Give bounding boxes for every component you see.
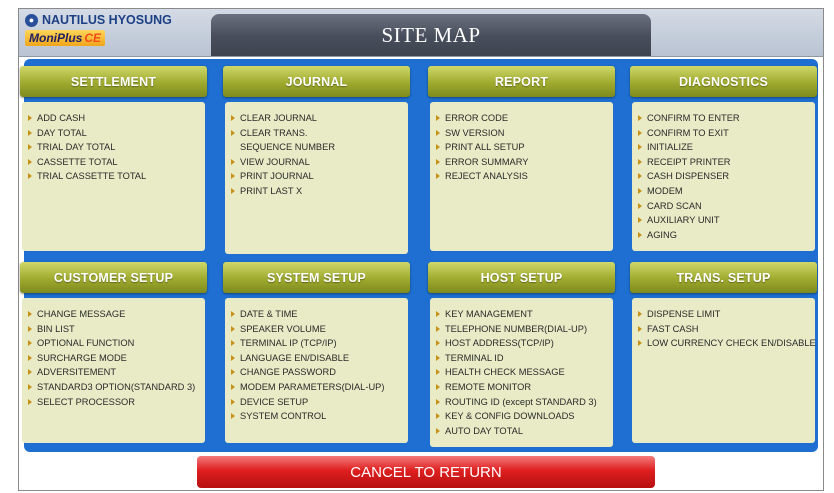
card-body: KEY MANAGEMENT TELEPHONE NUMBER(DIAL-UP) H…: [430, 298, 613, 447]
menu-item[interactable]: DAY TOTAL: [28, 126, 201, 141]
menu-item[interactable]: TERMINAL IP (TCP/IP): [231, 336, 404, 351]
menu-item[interactable]: PRINT JOURNAL: [231, 169, 404, 184]
menu-item[interactable]: PRINT ALL SETUP: [436, 140, 609, 155]
card-body: DISPENSE LIMIT FAST CASH LOW CURRENCY CHEC…: [632, 298, 816, 443]
menu-item[interactable]: CARD SCAN: [638, 199, 811, 214]
menu-list: CONFIRM TO ENTER CONFIRM TO EXIT INITIALIZ…: [638, 111, 811, 242]
menu-item[interactable]: SEQUENCE NUMBER: [231, 140, 404, 155]
header-bar: ● NAUTILUS HYOSUNG MoniPlus CE SITE MAP: [19, 9, 823, 57]
menu-item[interactable]: CONFIRM TO EXIT: [638, 126, 811, 141]
menu-item[interactable]: REMOTE MONITOR: [436, 380, 609, 395]
menu-item[interactable]: TRIAL CASSETTE TOTAL: [28, 169, 201, 184]
card-body: ERROR CODE SW VERSION PRINT ALL SETUP ERROR…: [430, 102, 613, 251]
menu-item[interactable]: CASH DISPENSER: [638, 169, 811, 184]
menu-item[interactable]: DATE & TIME: [231, 307, 404, 322]
menu-item[interactable]: CHANGE PASSWORD: [231, 365, 404, 380]
menu-item[interactable]: MODEM PARAMETERS(DIAL-UP): [231, 380, 404, 395]
card-header-button[interactable]: REPORT: [428, 66, 615, 97]
card-body: DATE & TIME SPEAKER VOLUME TERMINAL IP (TC…: [225, 298, 408, 443]
menu-item[interactable]: AUTO DAY TOTAL: [436, 424, 609, 439]
nautilus-hyosung-logo: ● NAUTILUS HYOSUNG MoniPlus CE: [25, 13, 205, 53]
menu-item[interactable]: DISPENSE LIMIT: [638, 307, 811, 322]
page-title: SITE MAP: [211, 14, 651, 56]
card-body: ADD CASH DAY TOTAL TRIAL DAY TOTAL CASSETTE…: [22, 102, 205, 251]
menu-item[interactable]: TELEPHONE NUMBER(DIAL-UP): [436, 322, 609, 337]
menu-item[interactable]: DEVICE SETUP: [231, 395, 404, 410]
product-name: MoniPlus: [29, 31, 83, 45]
menu-item[interactable]: KEY & CONFIG DOWNLOADS: [436, 409, 609, 424]
card-body: CHANGE MESSAGE BIN LIST OPTIONAL FUNCTION S…: [22, 298, 205, 443]
menu-item[interactable]: BIN LIST: [28, 322, 201, 337]
card-header-button[interactable]: JOURNAL: [223, 66, 410, 97]
menu-item[interactable]: SYSTEM CONTROL: [231, 409, 404, 424]
menu-list: DATE & TIME SPEAKER VOLUME TERMINAL IP (TC…: [231, 307, 404, 424]
cancel-to-return-button[interactable]: CANCEL TO RETURN: [197, 456, 655, 488]
menu-item[interactable]: SPEAKER VOLUME: [231, 322, 404, 337]
menu-item[interactable]: CASSETTE TOTAL: [28, 155, 201, 170]
product-logo: MoniPlus CE: [25, 30, 106, 46]
menu-item[interactable]: AUXILIARY UNIT: [638, 213, 811, 228]
menu-item[interactable]: CONFIRM TO ENTER: [638, 111, 811, 126]
menu-item[interactable]: HOST ADDRESS(TCP/IP): [436, 336, 609, 351]
menu-item[interactable]: TRIAL DAY TOTAL: [28, 140, 201, 155]
menu-item[interactable]: ADD CASH: [28, 111, 201, 126]
menu-item[interactable]: REJECT ANALYSIS: [436, 169, 609, 184]
card-header-button[interactable]: DIAGNOSTICS: [630, 66, 817, 97]
menu-item[interactable]: LANGUAGE EN/DISABLE: [231, 351, 404, 366]
menu-item[interactable]: CLEAR JOURNAL: [231, 111, 404, 126]
card-header-button[interactable]: TRANS. SETUP: [630, 262, 817, 293]
card-header-button[interactable]: HOST SETUP: [428, 262, 615, 293]
menu-item[interactable]: CHANGE MESSAGE: [28, 307, 201, 322]
menu-item[interactable]: MODEM: [638, 184, 811, 199]
menu-item[interactable]: INITIALIZE: [638, 140, 811, 155]
menu-item[interactable]: CLEAR TRANS.: [231, 126, 404, 141]
card-header-button[interactable]: SYSTEM SETUP: [223, 262, 410, 293]
menu-item[interactable]: STANDARD3 OPTION(STANDARD 3): [28, 380, 201, 395]
card-header-button[interactable]: CUSTOMER SETUP: [20, 262, 207, 293]
card-body: CLEAR JOURNAL CLEAR TRANS. SEQUENCE NUMBER…: [225, 102, 408, 254]
menu-item[interactable]: RECEIPT PRINTER: [638, 155, 811, 170]
menu-list: ERROR CODE SW VERSION PRINT ALL SETUP ERROR…: [436, 111, 609, 184]
menu-item[interactable]: SURCHARGE MODE: [28, 351, 201, 366]
menu-item[interactable]: SELECT PROCESSOR: [28, 395, 201, 410]
menu-item[interactable]: ERROR SUMMARY: [436, 155, 609, 170]
menu-item[interactable]: HEALTH CHECK MESSAGE: [436, 365, 609, 380]
menu-item[interactable]: LOW CURRENCY CHECK EN/DISABLE: [638, 336, 816, 351]
product-edition: CE: [84, 31, 102, 45]
menu-item[interactable]: SW VERSION: [436, 126, 609, 141]
menu-list: CHANGE MESSAGE BIN LIST OPTIONAL FUNCTION S…: [28, 307, 201, 409]
company-name: NAUTILUS HYOSUNG: [42, 13, 172, 27]
card-header-button[interactable]: SETTLEMENT: [20, 66, 207, 97]
menu-item[interactable]: ERROR CODE: [436, 111, 609, 126]
menu-item[interactable]: FAST CASH: [638, 322, 811, 337]
menu-item[interactable]: VIEW JOURNAL: [231, 155, 404, 170]
menu-item[interactable]: AGING: [638, 228, 811, 243]
menu-list: DISPENSE LIMIT FAST CASH LOW CURRENCY CHEC…: [638, 307, 816, 351]
menu-item[interactable]: ROUTING ID (except STANDARD 3): [436, 395, 609, 410]
globe-icon: ●: [25, 13, 38, 27]
menu-list: ADD CASH DAY TOTAL TRIAL DAY TOTAL CASSETTE…: [28, 111, 201, 184]
menu-item[interactable]: KEY MANAGEMENT: [436, 307, 609, 322]
card-body: CONFIRM TO ENTER CONFIRM TO EXIT INITIALIZ…: [632, 102, 815, 251]
menu-item[interactable]: OPTIONAL FUNCTION: [28, 336, 201, 351]
menu-list: KEY MANAGEMENT TELEPHONE NUMBER(DIAL-UP) H…: [436, 307, 609, 438]
menu-list: CLEAR JOURNAL CLEAR TRANS. SEQUENCE NUMBER…: [231, 111, 404, 199]
menu-item[interactable]: PRINT LAST X: [231, 184, 404, 199]
menu-item[interactable]: ADVERSITEMENT: [28, 365, 201, 380]
menu-item[interactable]: TERMINAL ID: [436, 351, 609, 366]
